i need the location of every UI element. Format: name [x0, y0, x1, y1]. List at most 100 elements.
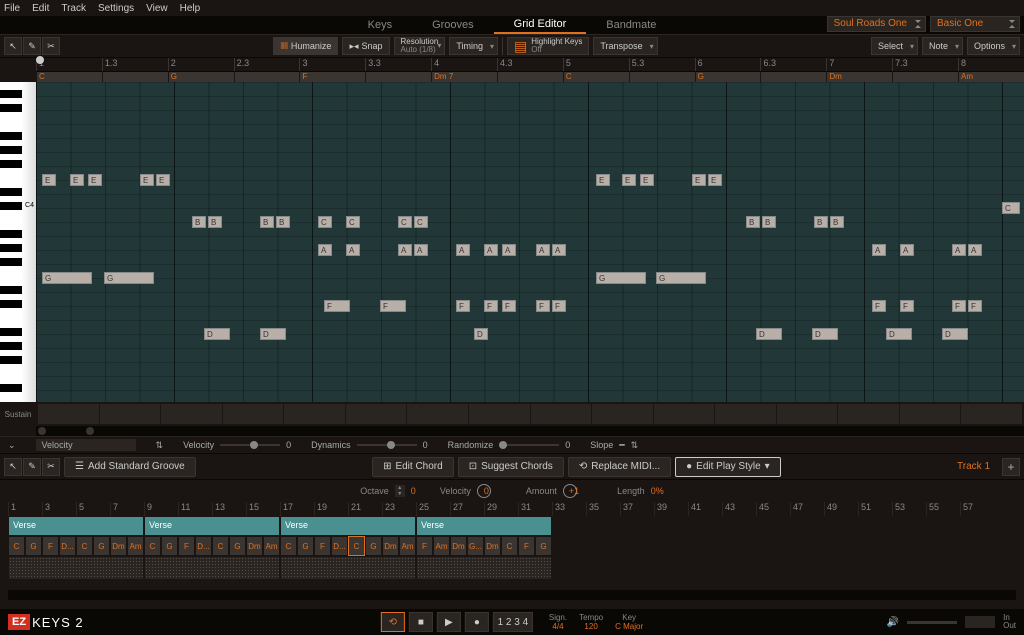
counter[interactable]: 1 2 3 4: [493, 612, 533, 632]
chord-cell[interactable]: C: [280, 536, 297, 556]
chord-cell[interactable]: G: [25, 536, 42, 556]
humanize-button[interactable]: ⫴⫴Humanize: [273, 37, 338, 55]
midi-note[interactable]: F: [380, 300, 406, 312]
resolution-select[interactable]: ResolutionAuto (1/8): [394, 37, 446, 55]
midi-note[interactable]: G: [42, 272, 92, 284]
track-label[interactable]: Track 1: [957, 461, 990, 472]
chord-cell[interactable]: Am: [433, 536, 450, 556]
chevron-down-icon[interactable]: ⌄: [8, 440, 16, 451]
midi-note[interactable]: D: [812, 328, 838, 340]
stepper-icon[interactable]: ⇅: [631, 440, 639, 451]
midi-note[interactable]: A: [968, 244, 982, 256]
note-menu[interactable]: Note: [922, 37, 963, 55]
midi-note[interactable]: A: [872, 244, 886, 256]
midi-note[interactable]: F: [552, 300, 566, 312]
preset-library-select[interactable]: Soul Roads One: [827, 16, 926, 32]
midi-note[interactable]: D: [886, 328, 912, 340]
replace-midi-button[interactable]: ⟲ Replace MIDI...: [568, 457, 671, 477]
tab-keys[interactable]: Keys: [348, 17, 412, 33]
preset-patch-select[interactable]: Basic One: [930, 16, 1020, 32]
piano-keyboard[interactable]: C4: [0, 82, 36, 402]
snap-button[interactable]: ▸◂ Snap: [342, 37, 389, 55]
key-display[interactable]: KeyC Major: [615, 613, 643, 631]
midi-preview[interactable]: [416, 556, 552, 580]
stop-button[interactable]: ■: [409, 612, 433, 632]
midi-note[interactable]: D: [756, 328, 782, 340]
menu-edit[interactable]: Edit: [32, 3, 49, 14]
chord-cell[interactable]: Am: [263, 536, 280, 556]
midi-note[interactable]: C: [398, 216, 412, 228]
midi-note[interactable]: B: [814, 216, 828, 228]
midi-note[interactable]: A: [484, 244, 498, 256]
playhead-handle[interactable]: [36, 56, 44, 64]
midi-preview[interactable]: [144, 556, 280, 580]
verse-block[interactable]: Verse: [416, 516, 552, 536]
midi-note[interactable]: A: [414, 244, 428, 256]
chord-cell[interactable]: G...: [467, 536, 484, 556]
edit-play-style-button[interactable]: ● Edit Play Style ▾: [675, 457, 781, 477]
midi-note[interactable]: F: [502, 300, 516, 312]
timing-select[interactable]: Timing: [449, 37, 498, 55]
midi-note[interactable]: E: [708, 174, 722, 186]
midi-note[interactable]: B: [276, 216, 290, 228]
midi-note[interactable]: A: [398, 244, 412, 256]
pointer-tool[interactable]: ↖: [4, 37, 22, 55]
horizontal-scrollbar[interactable]: [36, 426, 1024, 436]
slope-line-icon[interactable]: ━: [619, 440, 624, 451]
velocity-mode-select[interactable]: Velocity: [36, 439, 136, 451]
midi-note[interactable]: A: [552, 244, 566, 256]
chord-cell[interactable]: F: [42, 536, 59, 556]
song-scrollbar[interactable]: [8, 590, 1016, 600]
midi-note[interactable]: A: [318, 244, 332, 256]
options-menu[interactable]: Options: [967, 37, 1020, 55]
chord-cell[interactable]: G: [535, 536, 552, 556]
chord-cell[interactable]: C: [501, 536, 518, 556]
verse-block[interactable]: Verse: [280, 516, 416, 536]
midi-note[interactable]: E: [156, 174, 170, 186]
midi-note[interactable]: B: [830, 216, 844, 228]
midi-note[interactable]: E: [140, 174, 154, 186]
midi-note[interactable]: B: [192, 216, 206, 228]
midi-note[interactable]: E: [88, 174, 102, 186]
menu-file[interactable]: File: [4, 3, 20, 14]
transpose-select[interactable]: Transpose: [593, 37, 657, 55]
chord-cell[interactable]: C: [8, 536, 25, 556]
scissors-tool[interactable]: ✂: [42, 37, 60, 55]
chord-cell[interactable]: F: [314, 536, 331, 556]
tab-grooves[interactable]: Grooves: [412, 17, 494, 33]
tab-bandmate[interactable]: Bandmate: [586, 17, 676, 33]
time-ruler[interactable]: 11.32 2.333.3 44.35 5.366.3 77.38: [36, 58, 1024, 72]
midi-note[interactable]: E: [596, 174, 610, 186]
sustain-grid[interactable]: [36, 402, 1024, 426]
verse-block[interactable]: Verse: [8, 516, 144, 536]
midi-note[interactable]: F: [324, 300, 350, 312]
pencil-tool[interactable]: ✎: [23, 37, 41, 55]
chord-cell[interactable]: G: [93, 536, 110, 556]
chord-cell[interactable]: C: [76, 536, 93, 556]
chord-cell[interactable]: D...: [331, 536, 348, 556]
midi-note[interactable]: C: [318, 216, 332, 228]
midi-note[interactable]: F: [456, 300, 470, 312]
menu-track[interactable]: Track: [61, 3, 86, 14]
add-groove-button[interactable]: ☰ Add Standard Groove: [64, 457, 196, 477]
chord-cell[interactable]: D...: [195, 536, 212, 556]
midi-note[interactable]: B: [208, 216, 222, 228]
pencil-tool-2[interactable]: ✎: [23, 458, 41, 476]
chord-cell[interactable]: C: [348, 536, 365, 556]
midi-note[interactable]: A: [536, 244, 550, 256]
midi-note[interactable]: E: [622, 174, 636, 186]
record-button[interactable]: ●: [465, 612, 489, 632]
pointer-tool-2[interactable]: ↖: [4, 458, 22, 476]
select-menu[interactable]: Select: [871, 37, 918, 55]
chord-cell[interactable]: Dm: [484, 536, 501, 556]
midi-note[interactable]: B: [746, 216, 760, 228]
randomize-slider[interactable]: [499, 444, 559, 446]
midi-note[interactable]: C: [346, 216, 360, 228]
add-track-button[interactable]: +: [1002, 458, 1020, 476]
midi-note[interactable]: B: [260, 216, 274, 228]
chord-cell[interactable]: F: [416, 536, 433, 556]
midi-note[interactable]: F: [872, 300, 886, 312]
midi-note[interactable]: A: [502, 244, 516, 256]
midi-note[interactable]: D: [204, 328, 230, 340]
midi-note[interactable]: E: [640, 174, 654, 186]
